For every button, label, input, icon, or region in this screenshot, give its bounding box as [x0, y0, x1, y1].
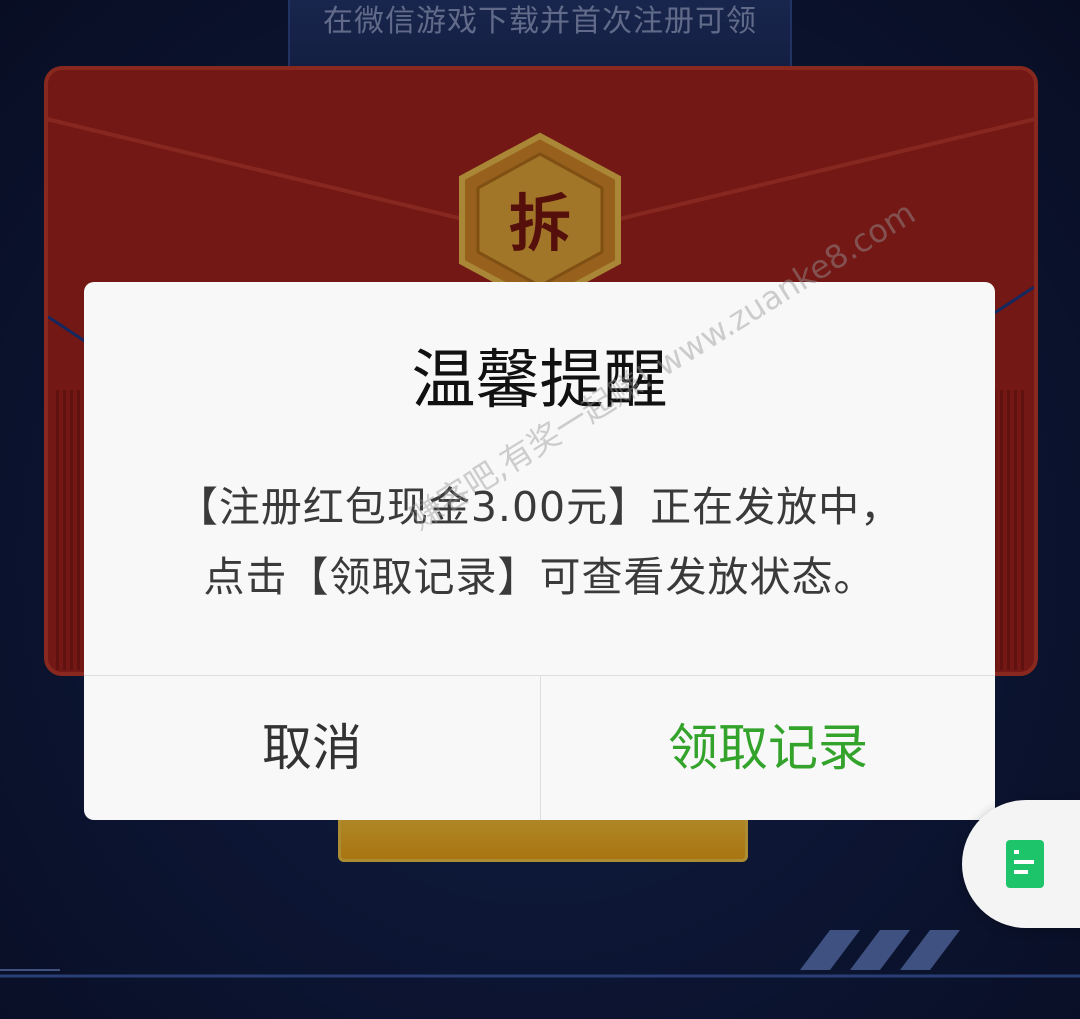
- floating-side-tab[interactable]: [962, 800, 1080, 928]
- dialog-message: 【注册红包现金3.00元】正在发放中， 点击【领取记录】可查看发放状态。: [144, 472, 935, 612]
- claim-records-button[interactable]: 领取记录: [541, 676, 995, 820]
- document-list-icon: [1006, 840, 1044, 888]
- cancel-button[interactable]: 取消: [84, 676, 540, 820]
- dialog-title: 温馨提醒: [411, 344, 668, 418]
- dialog-message-line: 【注册红包现金3.00元】正在发放中，: [176, 483, 903, 531]
- dialog-message-line: 点击【领取记录】可查看发放状态。: [203, 553, 876, 601]
- reminder-dialog: 温馨提醒 【注册红包现金3.00元】正在发放中， 点击【领取记录】可查看发放状态…: [84, 282, 995, 820]
